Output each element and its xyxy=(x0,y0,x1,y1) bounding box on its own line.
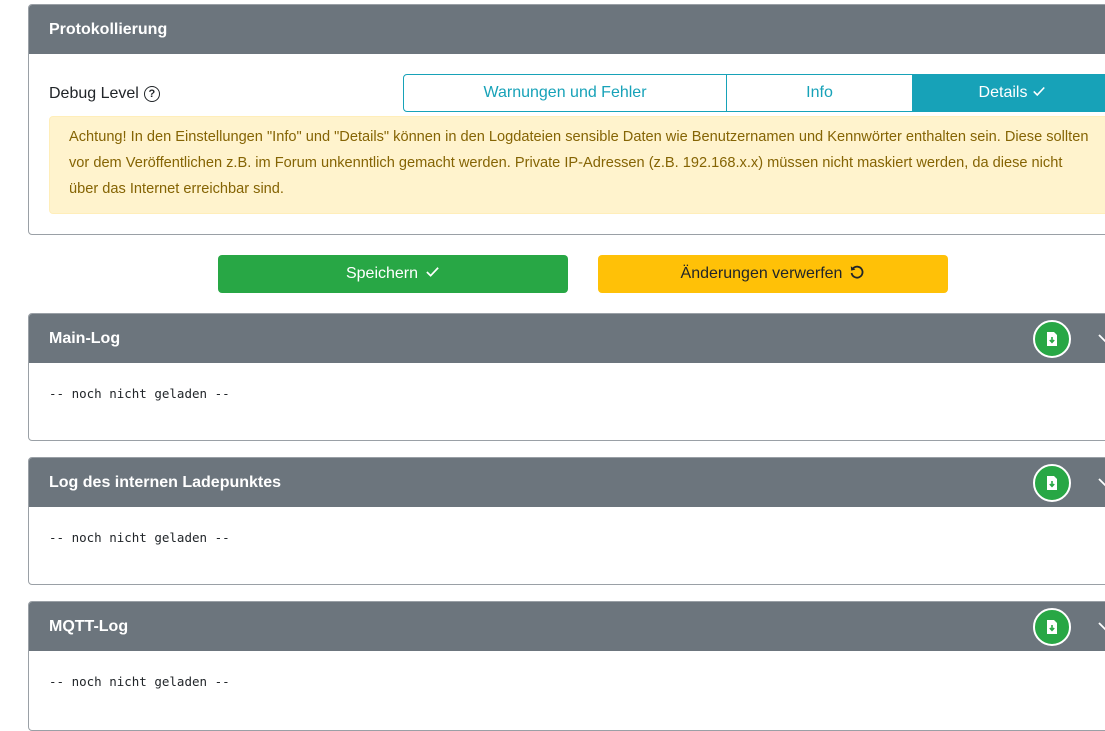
chevron-down-icon[interactable] xyxy=(1097,330,1105,346)
check-icon xyxy=(1032,84,1046,102)
discard-changes-label: Änderungen verwerfen xyxy=(680,265,843,282)
chargepoint-log-title: Log des internen Ladepunktes xyxy=(49,473,282,491)
save-button-label: Speichern xyxy=(345,265,419,282)
debug-level-label: Debug Level xyxy=(49,85,139,102)
undo-icon xyxy=(849,264,865,285)
discard-changes-button[interactable]: Änderungen verwerfen xyxy=(598,255,948,293)
main-log-header[interactable]: Main-Log xyxy=(29,314,1105,363)
main-log-title: Main-Log xyxy=(49,329,121,347)
debug-level-details-label: Details xyxy=(978,84,1028,101)
debug-level-info-button[interactable]: Info xyxy=(726,74,913,112)
mqtt-log-header[interactable]: MQTT-Log xyxy=(29,602,1105,651)
main-log-download-button[interactable] xyxy=(1033,320,1071,358)
file-download-icon xyxy=(1047,332,1057,346)
logging-card: Protokollierung Debug Level ? Warnungen … xyxy=(28,4,1105,235)
chargepoint-log-download-button[interactable] xyxy=(1033,464,1071,502)
debug-level-info-label: Info xyxy=(806,84,833,101)
sensitive-data-warning: Achtung! In den Einstellungen "Info" und… xyxy=(49,116,1105,214)
debug-level-details-button[interactable]: Details xyxy=(912,74,1105,112)
check-icon xyxy=(425,264,440,284)
chevron-down-icon[interactable] xyxy=(1097,474,1105,490)
debug-level-row: Debug Level ? xyxy=(49,85,160,103)
file-download-icon xyxy=(1047,620,1057,634)
chargepoint-log-header[interactable]: Log des internen Ladepunktes xyxy=(29,458,1105,507)
question-circle-icon[interactable]: ? xyxy=(143,86,160,102)
chargepoint-log-content: -- noch nicht geladen -- xyxy=(49,530,230,545)
main-log-card: Main-Log -- noch nicht geladen -- xyxy=(28,313,1105,441)
debug-level-selector: Warnungen und Fehler Info Details xyxy=(403,74,1105,112)
mqtt-log-card: MQTT-Log -- noch nicht geladen -- xyxy=(28,601,1105,731)
save-button[interactable]: Speichern xyxy=(218,255,568,293)
chevron-down-icon[interactable] xyxy=(1097,618,1105,634)
mqtt-log-title: MQTT-Log xyxy=(49,617,129,635)
file-download-icon xyxy=(1047,476,1057,490)
chargepoint-log-card: Log des internen Ladepunktes -- noch nic… xyxy=(28,457,1105,585)
debug-level-warnings-label: Warnungen und Fehler xyxy=(483,84,647,101)
debug-level-warnings-button[interactable]: Warnungen und Fehler xyxy=(403,74,727,112)
logging-card-header: Protokollierung xyxy=(29,5,1105,54)
mqtt-log-content: -- noch nicht geladen -- xyxy=(49,674,230,689)
logging-card-title: Protokollierung xyxy=(49,20,168,38)
mqtt-log-download-button[interactable] xyxy=(1033,608,1071,646)
main-log-content: -- noch nicht geladen -- xyxy=(49,386,230,401)
